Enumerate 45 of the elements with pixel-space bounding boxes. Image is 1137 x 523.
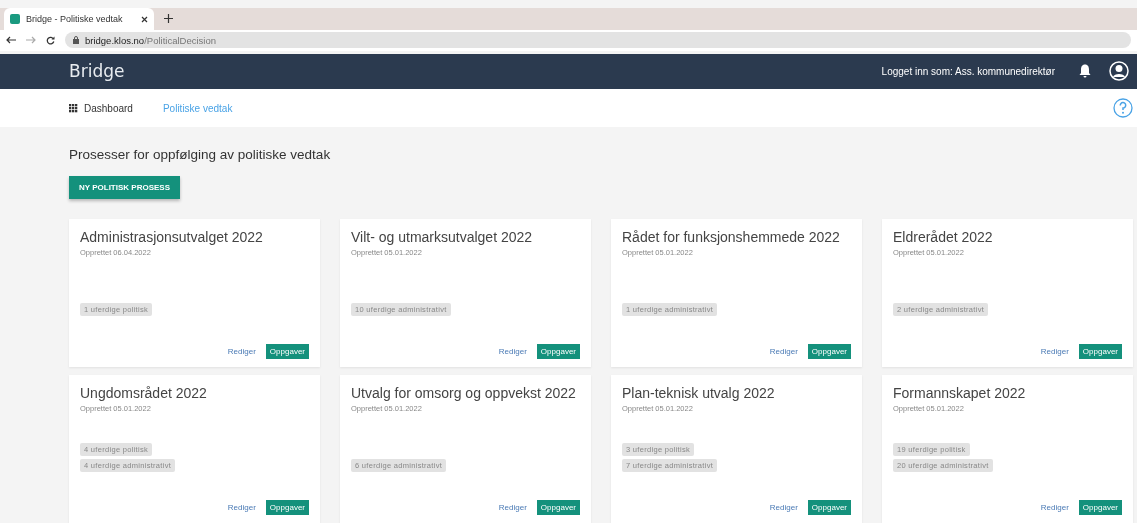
edit-link[interactable]: Rediger [227,347,256,356]
edit-link[interactable]: Rediger [227,503,256,512]
tasks-button[interactable]: Oppgaver [1078,500,1122,515]
logged-in-user: Logget inn som: Ass. kommunedirektør [881,65,1055,77]
edit-link[interactable]: Rediger [769,503,798,512]
edit-link[interactable]: Rediger [498,347,527,356]
new-process-button[interactable]: NY POLITISK PROSESS [69,176,180,199]
edit-link[interactable]: Rediger [1040,347,1069,356]
card-title: Eldrerådet 2022 [893,229,994,245]
brand-logo[interactable]: Bridge [69,61,882,82]
tasks-button[interactable]: Oppgaver [265,500,309,515]
tasks-button[interactable]: Oppgaver [807,344,851,359]
new-tab-icon[interactable] [164,14,173,23]
edit-link[interactable]: Rediger [769,347,798,356]
card-title: Vilt- og utmarksutvalget 2022 [351,229,534,245]
nav-link[interactable]: Politiske vedtak [162,102,233,114]
help-icon[interactable] [1113,98,1133,118]
close-icon[interactable] [141,15,148,23]
edit-link[interactable]: Rediger [1040,503,1069,512]
favicon-icon [10,14,20,24]
tasks-button[interactable]: Oppgaver [265,344,309,359]
user-avatar-icon[interactable] [1109,61,1129,82]
card-title: Plan-teknisk utvalg 2022 [622,385,776,401]
card-title: Rådet for funksjonshemmede 2022 [622,229,841,245]
nav-link[interactable]: Dashboard [69,102,133,114]
card-title: Ungdomsrådet 2022 [80,385,208,401]
tasks-button[interactable]: Oppgaver [536,344,580,359]
edit-link[interactable]: Rediger [498,503,527,512]
bell-icon[interactable] [1079,64,1091,79]
address-bar[interactable]: bridge.klos.no/PoliticalDecision [65,32,1131,49]
url-host: bridge.klos.no [85,34,145,46]
grid-icon [69,103,78,113]
lock-icon [73,36,79,45]
card-title: Administrasjonsutvalget 2022 [80,229,264,245]
tasks-button[interactable]: Oppgaver [536,500,580,515]
card-title: Formannskapet 2022 [893,385,1027,401]
tab-title: Bridge - Politiske vedtak [26,14,124,24]
card-title: Utvalg for omsorg og oppvekst 2022 [351,385,577,401]
url-path: /PoliticalDecision [144,34,216,46]
page-title: Prosesser for oppfølging av politiske vedtak [69,147,332,162]
reload-icon[interactable] [46,35,55,45]
tasks-button[interactable]: Oppgaver [807,500,851,515]
browser-tab[interactable]: Bridge - Politiske vedtak [4,8,154,30]
tasks-button[interactable]: Oppgaver [1078,344,1122,359]
back-icon[interactable] [6,36,16,45]
